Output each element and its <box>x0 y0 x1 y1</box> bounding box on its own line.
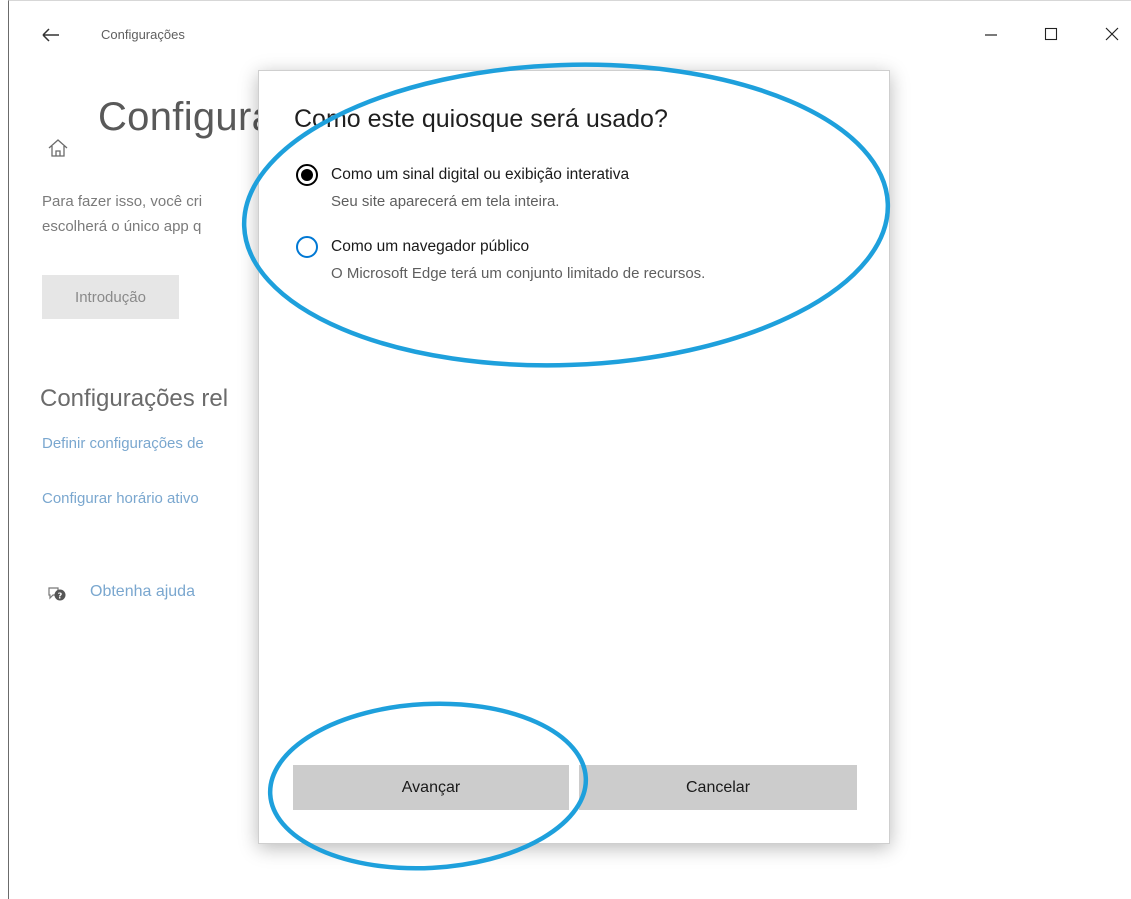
get-help-link[interactable]: Obtenha ajuda <box>90 583 195 601</box>
option-label-digital-sign[interactable]: Como um sinal digital ou exibição intera… <box>331 166 629 184</box>
close-button[interactable] <box>1092 17 1131 51</box>
option-label-public-browser[interactable]: Como um navegador público <box>331 238 529 256</box>
svg-text:?: ? <box>58 592 63 601</box>
maximize-icon <box>1044 27 1058 41</box>
page-title: Configura <box>98 95 275 139</box>
minimize-icon <box>985 34 997 36</box>
close-icon <box>1105 27 1119 41</box>
option-description-public-browser: O Microsoft Edge terá um conjunto limita… <box>331 265 706 282</box>
minimize-button[interactable] <box>971 17 1011 51</box>
cancel-button[interactable]: Cancelar <box>579 765 857 810</box>
related-link-active-hours[interactable]: Configurar horário ativo <box>42 490 199 507</box>
window-title: Configurações <box>101 27 185 42</box>
dialog-title: Como este quiosque será usado? <box>294 105 668 133</box>
back-arrow-icon <box>42 28 59 42</box>
radio-public-browser[interactable] <box>296 236 318 258</box>
related-settings-heading: Configurações rel <box>40 385 229 412</box>
kiosk-setup-dialog: Como este quiosque será usado? Como um s… <box>258 70 890 844</box>
home-icon <box>48 139 68 157</box>
radio-digital-sign[interactable] <box>296 164 318 186</box>
page-description-line1: Para fazer isso, você cri <box>42 193 203 210</box>
help-chat-icon: ? <box>48 587 66 601</box>
page-description-line2: escolherá o único app q <box>42 218 202 235</box>
option-description-digital-sign: Seu site aparecerá em tela inteira. <box>331 193 560 210</box>
intro-button[interactable]: Introdução <box>42 275 179 319</box>
related-link-settings[interactable]: Definir configurações de <box>42 435 204 452</box>
next-button[interactable]: Avançar <box>293 765 569 810</box>
back-button[interactable] <box>37 21 65 49</box>
maximize-button[interactable] <box>1031 17 1071 51</box>
